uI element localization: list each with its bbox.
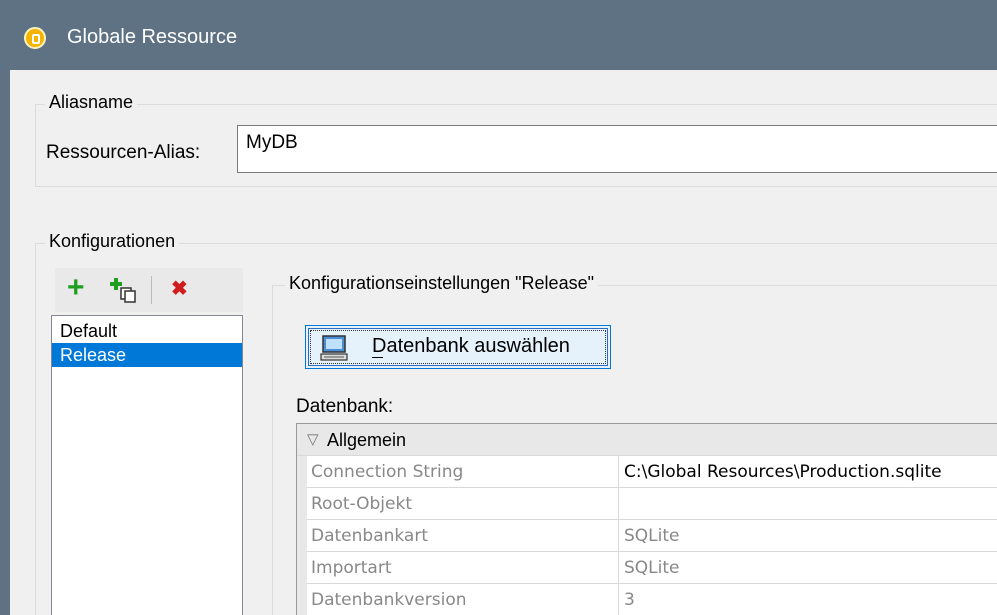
prop-name: Datenbankart	[311, 526, 429, 546]
grid-section-label: Allgemein	[327, 430, 407, 450]
delete-config-button[interactable]: ✖	[171, 274, 195, 304]
grid-row-import-kind[interactable]: Importart SQLite	[297, 552, 997, 584]
prop-name: Connection String	[311, 462, 464, 482]
alias-group-label: Aliasname	[45, 92, 138, 113]
app-icon	[24, 27, 46, 49]
window-frame	[0, 70, 10, 615]
grid-row-connection-string[interactable]: Connection String C:\Global Resources\Pr…	[297, 456, 997, 488]
database-label: Datenbank:	[296, 396, 394, 417]
prop-value: 3	[624, 590, 635, 610]
database-property-grid: ▽ Allgemein Connection String C:\Global …	[296, 423, 997, 615]
window-title: Globale Ressource	[67, 26, 238, 48]
select-database-label: Datenbank auswählen	[372, 335, 570, 357]
add-config-button[interactable]: +	[67, 272, 93, 304]
prop-name: Datenbankversion	[311, 590, 467, 610]
prop-name: Root-Objekt	[311, 494, 412, 514]
resource-alias-input[interactable]: MyDB	[237, 125, 997, 173]
title-bar: Globale Ressource	[0, 0, 997, 70]
config-item-default[interactable]: Default	[52, 319, 242, 343]
resource-alias-label: Ressourcen-Alias:	[46, 142, 201, 163]
settings-group-label: Konfigurationseinstellungen "Release"	[285, 273, 598, 294]
copy-config-button[interactable]	[107, 276, 137, 304]
add-copy-icon	[110, 278, 136, 303]
grid-section-header[interactable]: ▽ Allgemein	[297, 424, 997, 456]
prop-name: Importart	[311, 558, 392, 578]
config-toolbar: + ✖	[55, 268, 243, 312]
plus-icon: +	[67, 271, 85, 304]
grid-row-root-object[interactable]: Root-Objekt	[297, 488, 997, 520]
grid-row-database-version[interactable]: Datenbankversion 3	[297, 584, 997, 615]
resource-alias-value: MyDB	[246, 132, 298, 153]
prop-value: SQLite	[624, 558, 680, 578]
config-item-release[interactable]: Release	[52, 343, 242, 367]
toolbar-separator	[151, 276, 152, 304]
collapse-triangle-icon: ▽	[307, 431, 319, 448]
configurations-list[interactable]: Default Release	[51, 315, 243, 615]
select-database-button[interactable]: Datenbank auswählen	[305, 325, 611, 369]
prop-value[interactable]: C:\Global Resources\Production.sqlite	[624, 456, 942, 488]
configurations-group-label: Konfigurationen	[45, 231, 180, 252]
database-computer-icon	[320, 335, 348, 361]
grid-row-database-kind[interactable]: Datenbankart SQLite	[297, 520, 997, 552]
prop-value: SQLite	[624, 526, 680, 546]
delete-icon: ✖	[171, 278, 188, 300]
